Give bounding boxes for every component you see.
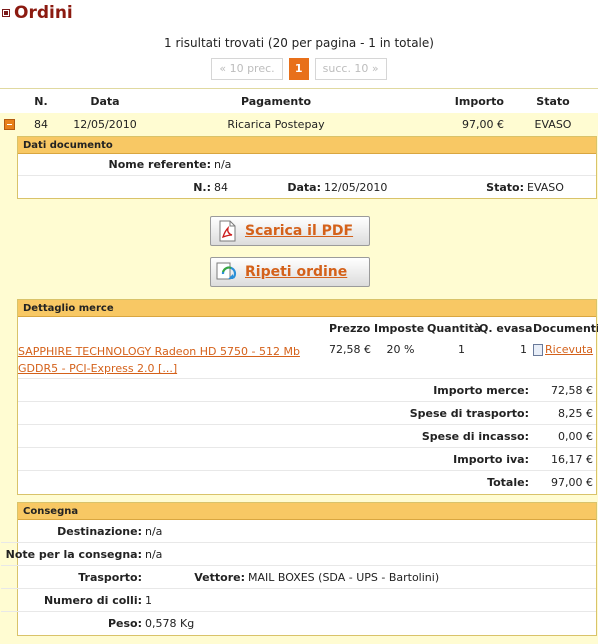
square-bullet-icon <box>2 9 10 17</box>
repeat-order-button[interactable]: Ripeti ordine <box>210 257 370 287</box>
repeat-icon <box>215 260 239 284</box>
download-pdf-label: Scarica il PDF <box>245 223 354 239</box>
page-header: Ordini <box>2 2 73 24</box>
peso-label: Peso: <box>107 617 142 630</box>
pagination: « 10 prec. 1 succ. 10 » <box>0 58 598 80</box>
numero-colli-value: 1 <box>145 593 152 607</box>
orders-table-header: N. Data Pagamento Importo Stato <box>0 89 598 113</box>
total-value: 72,58 € <box>551 383 593 397</box>
prev-page-button[interactable]: « 10 prec. <box>211 58 283 80</box>
page-title: Ordini <box>14 3 73 23</box>
total-label: Importo iva: <box>453 452 529 466</box>
order-date: 12/05/2010 <box>73 117 137 131</box>
doc-date-label: Data: <box>287 180 321 194</box>
note-consegna-label: Note per la consegna: <box>5 547 142 561</box>
col-header-prezzo: Prezzo <box>329 321 371 335</box>
results-summary: 1 risultati trovati (20 per pagina - 1 i… <box>164 36 434 50</box>
doc-status-label: Stato: <box>486 180 524 194</box>
total-value: 97,00 € <box>551 476 593 489</box>
destinazione-label: Destinazione: <box>57 524 142 538</box>
order-status: EVASO <box>534 117 572 131</box>
items-table-header: Prezzo Imposte Quantità Q. evasa Documen… <box>18 317 598 339</box>
section-title: Consegna <box>18 503 596 520</box>
doc-number-value: 84 <box>214 180 228 194</box>
numero-colli-label: Numero di colli: <box>43 593 142 607</box>
col-header-q-evasa: Q. evasa <box>479 321 533 335</box>
item-quantity: 1 <box>458 343 465 356</box>
peso-value: 0,578 Kg <box>145 617 195 630</box>
order-number: 84 <box>34 117 48 131</box>
document-icon <box>533 344 543 356</box>
total-label: Importo merce: <box>433 383 529 397</box>
doc-date-value: 12/05/2010 <box>324 180 388 194</box>
total-label: Spese di incasso: <box>421 429 529 443</box>
order-payment: Ricarica Postepay <box>227 117 325 131</box>
doc-number-label: N.: <box>193 180 211 194</box>
total-label: Spese di trasporto: <box>409 406 529 420</box>
product-link[interactable]: SAPPHIRE TECHNOLOGY Radeon HD 5750 - 512… <box>18 345 300 375</box>
trasporto-label: Trasporto: <box>78 570 142 584</box>
item-q-evasa: 1 <box>520 343 527 356</box>
nome-referente-label: Nome referente: <box>108 158 211 171</box>
current-page-indicator[interactable]: 1 <box>288 58 309 80</box>
col-header-stato: Stato <box>536 94 570 108</box>
col-header-quantita: Quantità <box>427 321 482 335</box>
item-price: 72,58 € <box>329 343 371 356</box>
order-amount: 97,00 € <box>462 117 504 131</box>
col-header-n: N. <box>34 94 48 108</box>
section-title: Dati documento <box>18 137 596 154</box>
total-label: Totale: <box>487 476 529 489</box>
section-title: Dettaglio merce <box>18 300 596 317</box>
col-header-importo: Importo <box>454 94 504 108</box>
nome-referente-value: n/a <box>214 158 232 171</box>
note-consegna-value: n/a <box>145 547 163 561</box>
consegna-section: Consegna Destinazione: n/a Note per la c… <box>1 502 597 636</box>
dettaglio-merce-section: Dettaglio merce Prezzo Imposte Quantità … <box>17 299 598 495</box>
receipt-link[interactable]: Ricevuta <box>545 343 593 356</box>
dati-documento-section: Dati documento Nome referente: n/a N.: 8… <box>17 136 597 199</box>
next-page-button[interactable]: succ. 10 » <box>314 58 387 80</box>
total-value: 16,17 € <box>551 452 593 466</box>
col-header-imposte: Imposte <box>374 321 425 335</box>
destinazione-value: n/a <box>145 524 163 538</box>
pdf-icon <box>215 219 239 243</box>
item-tax: 20 % <box>386 343 415 356</box>
col-header-pagamento: Pagamento <box>240 94 312 108</box>
collapse-icon[interactable] <box>3 118 15 130</box>
vettore-label: Vettore: <box>194 570 245 584</box>
table-row: SAPPHIRE TECHNOLOGY Radeon HD 5750 - 512… <box>18 339 596 379</box>
download-pdf-button[interactable]: Scarica il PDF <box>210 216 370 246</box>
doc-status-value: EVASO <box>527 180 564 194</box>
orders-table: N. Data Pagamento Importo Stato 84 12/05… <box>0 88 598 135</box>
vettore-value: MAIL BOXES (SDA - UPS - Bartolini) <box>248 570 440 584</box>
total-value: 8,25 € <box>558 406 593 420</box>
total-value: 0,00 € <box>558 429 593 443</box>
repeat-order-label: Ripeti ordine <box>245 264 348 280</box>
col-header-documenti: Documenti <box>533 321 598 335</box>
col-header-data: Data <box>90 94 120 108</box>
